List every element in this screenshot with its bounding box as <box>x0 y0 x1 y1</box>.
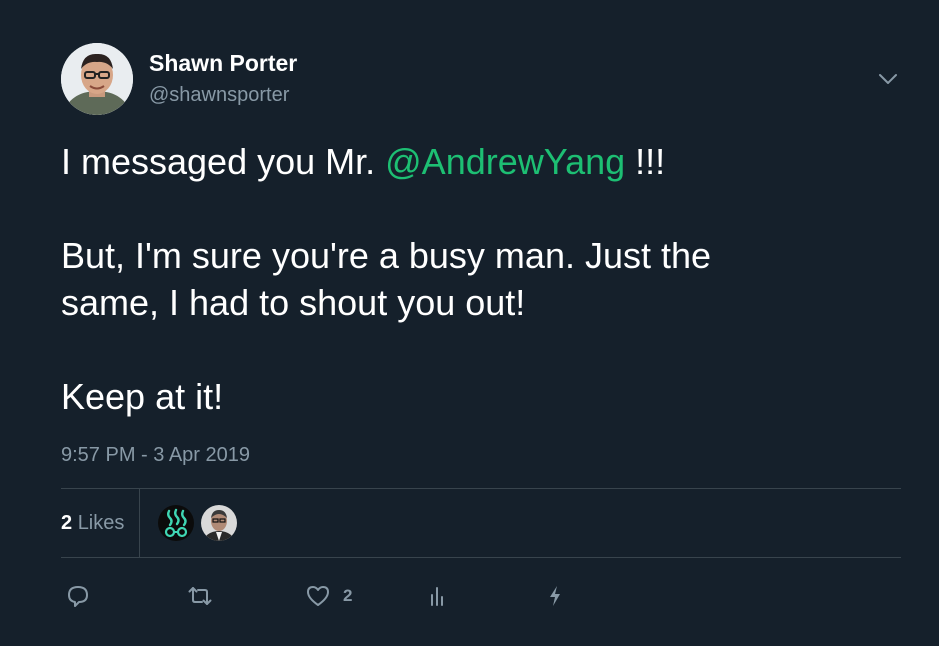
tweet-para-2-line-2: same, I had to shout you out! <box>61 282 526 323</box>
tweet-para-3: Keep at it! <box>61 376 224 417</box>
retweet-icon <box>188 587 212 605</box>
reply-button[interactable] <box>65 576 91 616</box>
liker-avatar-2[interactable] <box>201 505 237 541</box>
divider-bottom <box>61 557 901 558</box>
author-avatar[interactable] <box>61 43 133 115</box>
heart-icon <box>307 586 329 606</box>
author-handle[interactable]: @shawnsporter <box>149 84 289 107</box>
tweet-line-1-suffix: !!! <box>625 141 666 182</box>
mention-link[interactable]: @AndrewYang <box>385 141 625 182</box>
promote-button[interactable] <box>542 576 568 616</box>
author-name[interactable]: Shawn Porter <box>149 50 297 77</box>
likes-count[interactable]: 2 Likes <box>61 512 124 535</box>
likes-row: 2 Likes <box>61 489 901 557</box>
analytics-button[interactable] <box>424 576 450 616</box>
chevron-down-icon[interactable] <box>875 66 901 92</box>
reply-icon <box>68 586 88 607</box>
lightning-icon <box>550 586 560 606</box>
retweet-button[interactable] <box>187 576 213 616</box>
liker-avatar-1[interactable] <box>158 505 194 541</box>
analytics-icon <box>431 587 443 606</box>
tweet-line-1: I messaged you Mr. @AndrewYang !!! <box>61 138 861 185</box>
like-count: 2 <box>343 586 353 605</box>
likes-separator <box>139 489 140 557</box>
tweet-actions: 2 <box>61 576 901 616</box>
tweet-timestamp[interactable]: 9:57 PM - 3 Apr 2019 <box>61 444 250 467</box>
tweet-text: I messaged you Mr. @AndrewYang !!! But, … <box>61 138 861 420</box>
likes-number: 2 <box>61 512 73 534</box>
likes-label: Likes <box>77 512 125 534</box>
like-button[interactable]: 2 <box>305 576 352 616</box>
tweet-para-2-line-1: But, I'm sure you're a busy man. Just th… <box>61 235 712 276</box>
tweet-line-1-prefix: I messaged you Mr. <box>61 141 386 182</box>
